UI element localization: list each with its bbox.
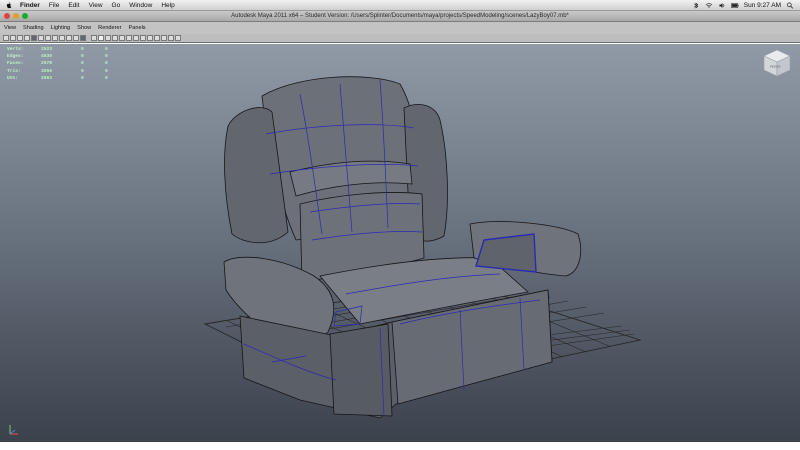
bookmark-icon[interactable] bbox=[17, 35, 23, 41]
film-gate-icon[interactable] bbox=[45, 35, 51, 41]
panel-menu-view[interactable]: View bbox=[4, 25, 16, 31]
high-quality-icon[interactable] bbox=[147, 35, 153, 41]
camera-attributes-icon[interactable] bbox=[31, 35, 37, 41]
apple-icon[interactable] bbox=[4, 0, 14, 11]
shadows-icon[interactable] bbox=[126, 35, 132, 41]
isolate-select-icon[interactable] bbox=[140, 35, 146, 41]
smooth-shade-icon[interactable] bbox=[98, 35, 104, 41]
hud-row: UVs: 2963 0 0 bbox=[7, 75, 108, 81]
poly-count-hud: Verts: 2523 0 0 Edges: 4530 0 0 Faces: 2… bbox=[7, 46, 108, 82]
close-window-button[interactable] bbox=[4, 13, 10, 19]
safe-title-icon[interactable] bbox=[80, 35, 86, 41]
motion-blur-icon[interactable] bbox=[161, 35, 167, 41]
panel-menu-renderer[interactable]: Renderer bbox=[98, 25, 121, 31]
hud-row: Verts: 2523 0 0 bbox=[7, 47, 108, 53]
panel-menu-lighting[interactable]: Lighting bbox=[51, 25, 71, 31]
side-tray bbox=[475, 233, 537, 273]
anti-alias-icon[interactable] bbox=[168, 35, 174, 41]
hud-row: Edges: 4530 0 0 bbox=[7, 54, 108, 60]
lights-icon[interactable] bbox=[119, 35, 125, 41]
perspective-viewport[interactable]: Verts: 2523 0 0 Edges: 4530 0 0 Faces: 2… bbox=[0, 44, 800, 442]
panel-menu-shading[interactable]: Shading bbox=[23, 25, 44, 31]
menu-help[interactable]: Help bbox=[161, 2, 174, 9]
viewcube-face-label: PERSP bbox=[770, 65, 781, 69]
menu-view[interactable]: View bbox=[89, 2, 103, 9]
window-title-bar: Autodesk Maya 2011 x64 – Student Version… bbox=[0, 11, 800, 22]
panel-toolbar bbox=[0, 34, 800, 43]
hud-row: Faces: 2078 0 0 bbox=[7, 61, 108, 67]
grid-toggle-icon[interactable] bbox=[38, 35, 44, 41]
panel-menu-show[interactable]: Show bbox=[77, 25, 91, 31]
lock-camera-icon[interactable] bbox=[10, 35, 16, 41]
window-title: Autodesk Maya 2011 x64 – Student Version… bbox=[231, 13, 569, 19]
image-plane-icon[interactable] bbox=[24, 35, 30, 41]
menu-finder[interactable]: Finder bbox=[20, 2, 40, 9]
depth-of-field-icon[interactable] bbox=[175, 35, 181, 41]
hud-row: Tris: 3556 0 0 bbox=[7, 68, 108, 74]
axis-icon bbox=[9, 425, 18, 435]
battery-icon[interactable] bbox=[730, 2, 739, 9]
wireframe-on-shaded-icon[interactable] bbox=[105, 35, 111, 41]
left-front-pillar bbox=[329, 323, 393, 417]
menu-go[interactable]: Go bbox=[112, 2, 121, 9]
panel-menu-bar: View Shading Lighting Show Renderer Pane… bbox=[0, 22, 800, 34]
resolution-gate-icon[interactable] bbox=[52, 35, 58, 41]
panel-menu-panels[interactable]: Panels bbox=[129, 25, 146, 31]
ambient-occlusion-icon[interactable] bbox=[154, 35, 160, 41]
safe-action-icon[interactable] bbox=[73, 35, 79, 41]
textured-icon[interactable] bbox=[112, 35, 118, 41]
menu-edit[interactable]: Edit bbox=[68, 2, 79, 9]
search-icon[interactable] bbox=[786, 2, 794, 9]
wireframe-icon[interactable] bbox=[91, 35, 97, 41]
menu-file[interactable]: File bbox=[49, 2, 59, 9]
minimize-window-button[interactable] bbox=[13, 13, 19, 19]
gate-mask-icon[interactable] bbox=[59, 35, 65, 41]
bluetooth-icon[interactable] bbox=[692, 1, 700, 9]
armchair-model bbox=[223, 76, 582, 419]
select-camera-icon[interactable] bbox=[3, 35, 9, 41]
zoom-window-button[interactable] bbox=[22, 13, 28, 19]
mac-menu-bar: Finder File Edit View Go Window Help Sun… bbox=[0, 0, 800, 11]
volume-icon[interactable] bbox=[718, 2, 726, 9]
scene-render bbox=[203, 76, 642, 419]
menu-window[interactable]: Window bbox=[129, 2, 152, 9]
viewcube-icon[interactable]: PERSP bbox=[760, 46, 794, 80]
xray-icon[interactable] bbox=[133, 35, 139, 41]
clock[interactable]: Sun 9:27 AM bbox=[744, 2, 781, 9]
wifi-icon[interactable] bbox=[705, 2, 713, 9]
field-chart-icon[interactable] bbox=[66, 35, 72, 41]
